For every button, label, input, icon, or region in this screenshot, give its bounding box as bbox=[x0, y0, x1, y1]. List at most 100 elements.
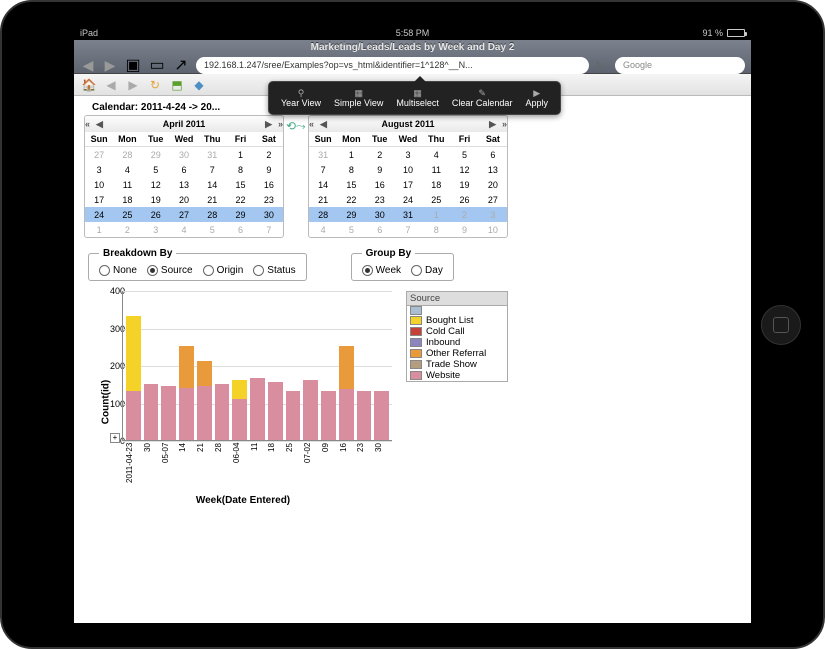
bar[interactable] bbox=[197, 361, 212, 440]
legend-item[interactable] bbox=[407, 306, 507, 315]
calendar-day[interactable]: 20 bbox=[170, 192, 198, 207]
calendar-day[interactable]: 1 bbox=[226, 147, 254, 162]
breakdown-source[interactable]: Source bbox=[147, 265, 193, 276]
calendar-day[interactable]: 6 bbox=[226, 222, 254, 237]
calendar-day[interactable]: 16 bbox=[255, 177, 283, 192]
cal2-first-button[interactable]: « bbox=[309, 119, 314, 129]
calendar-day[interactable]: 29 bbox=[142, 147, 170, 162]
calendar-day[interactable]: 2 bbox=[255, 147, 283, 162]
calendar-day[interactable]: 14 bbox=[309, 177, 337, 192]
breakdown-status[interactable]: Status bbox=[253, 265, 295, 276]
calendar-day[interactable]: 5 bbox=[450, 147, 478, 162]
calendar-day[interactable]: 9 bbox=[255, 162, 283, 177]
calendar-day[interactable]: 20 bbox=[479, 177, 507, 192]
calendar-day[interactable]: 27 bbox=[170, 207, 198, 222]
calendar-day[interactable]: 1 bbox=[337, 147, 365, 162]
calendar-day[interactable]: 25 bbox=[422, 192, 450, 207]
calendar-day[interactable]: 22 bbox=[226, 192, 254, 207]
home-icon[interactable]: 🏠 bbox=[80, 76, 98, 94]
calendar-day[interactable]: 22 bbox=[337, 192, 365, 207]
groupby-day[interactable]: Day bbox=[411, 265, 443, 276]
link-icon[interactable]: ⟲⤳ bbox=[286, 119, 306, 134]
calendar-day[interactable]: 4 bbox=[113, 162, 141, 177]
bar[interactable] bbox=[303, 380, 318, 440]
calendar-day[interactable]: 7 bbox=[309, 162, 337, 177]
calendar-day[interactable]: 2 bbox=[450, 207, 478, 222]
search-input[interactable]: Google bbox=[615, 57, 745, 74]
cal-prev-button[interactable]: ◀ bbox=[96, 119, 103, 130]
multiselect-button[interactable]: ▦Multiselect bbox=[390, 86, 445, 110]
calendar-day[interactable]: 19 bbox=[450, 177, 478, 192]
layer-icon[interactable]: ◆ bbox=[190, 76, 208, 94]
calendar-day[interactable]: 9 bbox=[450, 222, 478, 237]
calendar-day[interactable]: 28 bbox=[113, 147, 141, 162]
cal2-last-button[interactable]: » bbox=[502, 119, 507, 129]
calendar-day[interactable]: 8 bbox=[337, 162, 365, 177]
calendar-day[interactable]: 31 bbox=[198, 147, 226, 162]
calendar-day[interactable]: 30 bbox=[170, 147, 198, 162]
bar[interactable] bbox=[357, 391, 372, 440]
calendar-day[interactable]: 7 bbox=[255, 222, 283, 237]
calendar-day[interactable]: 24 bbox=[394, 192, 422, 207]
calendar-day[interactable]: 12 bbox=[450, 162, 478, 177]
share-icon[interactable]: ↗ bbox=[172, 58, 190, 72]
refresh-icon[interactable]: ↻ bbox=[146, 76, 164, 94]
calendar-day[interactable]: 4 bbox=[170, 222, 198, 237]
legend-item[interactable]: Bought List bbox=[407, 315, 507, 326]
legend-item[interactable]: Cold Call bbox=[407, 326, 507, 337]
calendar-day[interactable]: 29 bbox=[337, 207, 365, 222]
calendar-day[interactable]: 10 bbox=[479, 222, 507, 237]
calendar-day[interactable]: 24 bbox=[85, 207, 113, 222]
cal-first-button[interactable]: « bbox=[85, 119, 90, 129]
calendar-day[interactable]: 31 bbox=[394, 207, 422, 222]
calendar-day[interactable]: 7 bbox=[394, 222, 422, 237]
bar[interactable] bbox=[232, 380, 247, 440]
groupby-week[interactable]: Week bbox=[362, 265, 401, 276]
bar[interactable] bbox=[126, 316, 141, 440]
bar[interactable] bbox=[268, 382, 283, 440]
calendar-day[interactable]: 3 bbox=[479, 207, 507, 222]
cal2-next-button[interactable]: ▶ bbox=[489, 119, 496, 130]
calendar-day[interactable]: 16 bbox=[366, 177, 394, 192]
legend-item[interactable]: Inbound bbox=[407, 337, 507, 348]
calendar-day[interactable]: 6 bbox=[366, 222, 394, 237]
calendar-day[interactable]: 30 bbox=[255, 207, 283, 222]
calendar-day[interactable]: 7 bbox=[198, 162, 226, 177]
calendar-day[interactable]: 6 bbox=[479, 147, 507, 162]
legend-item[interactable]: Website bbox=[407, 370, 507, 381]
calendar-day[interactable]: 17 bbox=[394, 177, 422, 192]
calendar-day[interactable]: 10 bbox=[394, 162, 422, 177]
home-button[interactable] bbox=[761, 305, 801, 345]
calendar-day[interactable]: 15 bbox=[337, 177, 365, 192]
calendar-day[interactable]: 1 bbox=[85, 222, 113, 237]
expand-button[interactable]: + bbox=[110, 433, 120, 443]
calendar-day[interactable]: 5 bbox=[142, 162, 170, 177]
calendar-day[interactable]: 21 bbox=[198, 192, 226, 207]
calendar-day[interactable]: 11 bbox=[422, 162, 450, 177]
calendar-day[interactable]: 29 bbox=[226, 207, 254, 222]
calendar-day[interactable]: 10 bbox=[85, 177, 113, 192]
calendar-day[interactable]: 6 bbox=[170, 162, 198, 177]
breakdown-origin[interactable]: Origin bbox=[203, 265, 244, 276]
legend-item[interactable]: Other Referral bbox=[407, 348, 507, 359]
url-input[interactable]: 192.168.1.247/sree/Examples?op=vs_html&i… bbox=[196, 57, 589, 74]
calendar-day[interactable]: 18 bbox=[113, 192, 141, 207]
calendar-day[interactable]: 15 bbox=[226, 177, 254, 192]
calendar-day[interactable]: 8 bbox=[422, 222, 450, 237]
bar[interactable] bbox=[215, 384, 230, 440]
calendar-day[interactable]: 21 bbox=[309, 192, 337, 207]
calendar-day[interactable]: 3 bbox=[394, 147, 422, 162]
add-icon[interactable]: ⬒ bbox=[168, 76, 186, 94]
calendar-day[interactable]: 27 bbox=[479, 192, 507, 207]
calendar-day[interactable]: 23 bbox=[366, 192, 394, 207]
calendar-day[interactable]: 3 bbox=[85, 162, 113, 177]
clear-calendar-button[interactable]: ✎Clear Calendar bbox=[446, 86, 519, 110]
calendar-day[interactable]: 14 bbox=[198, 177, 226, 192]
calendar-day[interactable]: 8 bbox=[226, 162, 254, 177]
bar[interactable] bbox=[250, 378, 265, 440]
calendar-day[interactable]: 11 bbox=[113, 177, 141, 192]
calendar-day[interactable]: 19 bbox=[142, 192, 170, 207]
back-icon[interactable]: ◀ bbox=[102, 76, 120, 94]
cal2-prev-button[interactable]: ◀ bbox=[320, 119, 327, 130]
calendar-day[interactable]: 3 bbox=[142, 222, 170, 237]
